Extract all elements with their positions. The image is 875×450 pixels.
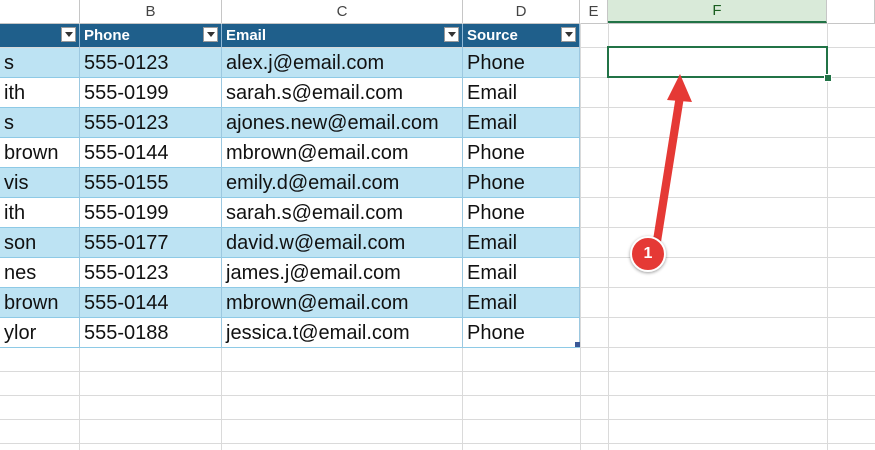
step-badge: 1 [630,236,666,272]
arrow-head [667,74,692,102]
annotation-arrow [653,74,692,242]
step-number: 1 [643,245,653,262]
arrow-shaft [653,95,684,242]
